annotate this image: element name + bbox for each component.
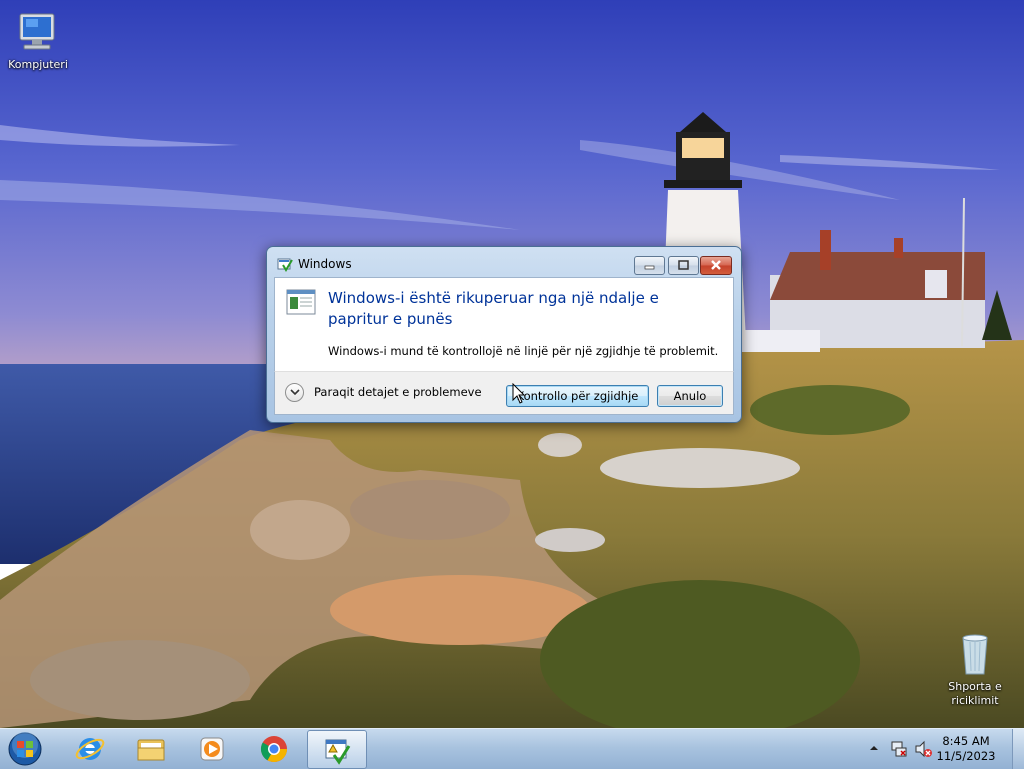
system-clock[interactable]: 8:45 AM 11/5/2023 — [930, 734, 1002, 764]
start-button[interactable] — [3, 730, 47, 767]
taskbar-media-player[interactable] — [183, 730, 241, 767]
dialog-title: Windows — [298, 257, 352, 271]
media-player-icon — [200, 737, 224, 760]
minimize-button[interactable] — [634, 256, 665, 275]
desktop-icon-label: Shporta e riciklimit — [948, 680, 1002, 707]
computer-icon — [14, 8, 62, 56]
desktop-icon-label: Kompjuteri — [8, 58, 68, 71]
internet-explorer-icon — [75, 737, 105, 760]
error-recovery-dialog: Windows Windows-i është rikuperuar nga n… — [266, 246, 742, 423]
maximize-button[interactable] — [668, 256, 699, 275]
close-button[interactable] — [700, 256, 732, 275]
chevron-up-icon — [870, 746, 878, 750]
maximize-icon — [678, 260, 689, 270]
close-icon — [711, 260, 721, 270]
recycle-bin-icon — [951, 630, 999, 678]
chevron-down-icon — [285, 382, 304, 402]
show-details-toggle[interactable]: Paraqit detajet e problemeve — [285, 381, 482, 403]
windows-start-orb-icon — [8, 731, 42, 765]
taskbar-problem-reporting[interactable] — [307, 730, 367, 769]
dialog-content: Windows-i është rikuperuar nga një ndalj… — [274, 277, 734, 372]
taskbar-windows-explorer[interactable] — [122, 730, 180, 767]
dialog-footer: Paraqit detajet e problemeve Kontrollo p… — [274, 371, 734, 415]
problem-reports-icon — [325, 739, 351, 765]
check-for-solution-button[interactable]: Kontrollo për zgjidhje — [506, 385, 649, 407]
minimize-icon — [644, 265, 655, 270]
clock-time: 8:45 AM — [942, 734, 990, 748]
network-tray-button[interactable] — [890, 740, 908, 758]
desktop-icon-recycle-bin[interactable]: Shporta e riciklimit — [937, 630, 1013, 708]
taskbar-chrome[interactable] — [245, 730, 303, 767]
taskbar-internet-explorer[interactable] — [61, 730, 119, 767]
cancel-button[interactable]: Anulo — [657, 385, 723, 407]
network-icon — [891, 741, 907, 757]
folder-icon — [137, 739, 165, 760]
taskbar: 8:45 AM 11/5/2023 — [0, 728, 1024, 769]
dialog-heading: Windows-i është rikuperuar nga një ndalj… — [328, 289, 659, 328]
desktop-icon-computer[interactable]: Kompjuteri — [0, 8, 76, 72]
program-window-icon — [286, 289, 316, 315]
chrome-icon — [260, 735, 288, 762]
windows-app-icon — [277, 256, 293, 272]
show-details-label: Paraqit detajet e problemeve — [314, 385, 482, 399]
mouse-pointer-icon — [512, 382, 526, 405]
dialog-description: Windows-i mund të kontrollojë në linjë p… — [328, 344, 719, 358]
show-hidden-icons-button[interactable] — [868, 742, 880, 754]
clock-date: 11/5/2023 — [936, 749, 996, 763]
show-desktop-button[interactable] — [1012, 729, 1024, 769]
